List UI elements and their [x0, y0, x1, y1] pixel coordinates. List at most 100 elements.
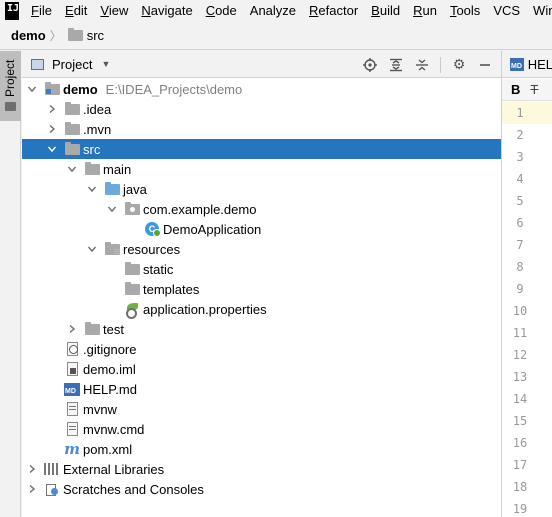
tree-node[interactable]: demo E:\IDEA_Projects\demo — [22, 79, 501, 99]
script-file-icon — [64, 422, 80, 436]
tree-node-label: mvnw.cmd — [83, 421, 145, 437]
tree-node[interactable]: mvnw — [22, 399, 501, 419]
chevron-down-icon[interactable] — [86, 179, 98, 199]
tree-node[interactable]: MD HELP.md — [22, 379, 501, 399]
tree-node-label: templates — [143, 281, 200, 297]
resources-folder-icon — [104, 241, 120, 256]
chevron-down-icon[interactable] — [66, 159, 78, 179]
breadcrumb-root[interactable]: demo — [11, 28, 46, 43]
tree-node[interactable]: Scratches and Consoles — [22, 479, 501, 499]
folder-icon — [64, 141, 80, 156]
line-number: 9 — [516, 282, 524, 296]
tree-node-label: java — [123, 181, 147, 197]
tree-node[interactable]: C DemoApplication — [22, 219, 501, 239]
locate-file-icon[interactable] — [362, 57, 378, 73]
chevron-right-icon[interactable] — [46, 119, 58, 139]
tree-node-label: application.properties — [143, 301, 267, 317]
folder-icon — [67, 28, 83, 41]
project-view-icon — [31, 58, 44, 70]
menu-mnemonic: E — [65, 3, 74, 18]
folder-icon — [84, 321, 100, 336]
tree-node[interactable]: resources — [22, 239, 501, 259]
menu-mnemonic: C — [205, 3, 216, 18]
properties-file-icon — [124, 302, 140, 319]
line-number: 14 — [512, 392, 528, 406]
menu-item[interactable]: Navigate — [135, 0, 199, 22]
editor-tab-label: HEL — [527, 56, 552, 72]
project-panel: Project ▼ ⚙ demo E:\IDEA_Projects\demo .id… — [22, 51, 501, 517]
breadcrumb-current[interactable]: src — [87, 28, 104, 43]
tree-node[interactable]: com.example.demo — [22, 199, 501, 219]
collapse-all-icon[interactable] — [414, 57, 430, 73]
chevron-down-icon[interactable]: ▼ — [101, 59, 110, 69]
folder-icon — [64, 121, 80, 136]
folder-icon — [64, 101, 80, 116]
menu-item[interactable]: Wind — [527, 0, 552, 22]
bold-button[interactable]: B — [511, 82, 520, 97]
chevron-right-icon[interactable] — [26, 479, 38, 499]
tree-node[interactable]: main — [22, 159, 501, 179]
menu-item[interactable]: Code — [200, 0, 244, 22]
intellij-logo-icon: IJ — [5, 2, 20, 20]
tree-node[interactable]: src — [22, 139, 501, 159]
menu-item[interactable]: Build — [365, 0, 407, 22]
line-number: 8 — [516, 260, 524, 274]
project-tool-window-tab[interactable]: Project — [0, 51, 21, 121]
chevron-down-icon[interactable] — [106, 199, 118, 219]
tree-node-label: mvnw — [83, 401, 117, 417]
tree-node-label: External Libraries — [63, 461, 165, 477]
menu-label: iew — [108, 3, 129, 18]
expand-all-icon[interactable] — [388, 57, 404, 73]
line-number: 11 — [512, 326, 528, 340]
menu-mnemonic: N — [141, 3, 151, 18]
chevron-right-icon[interactable] — [26, 459, 38, 479]
chevron-right-icon[interactable] — [66, 319, 78, 339]
menu-label: avigate — [150, 3, 193, 18]
menu-item[interactable]: View — [94, 0, 135, 22]
chevron-down-icon[interactable] — [86, 239, 98, 259]
tree-node[interactable]: m pom.xml — [22, 439, 501, 459]
menu-mnemonic: R — [309, 3, 319, 18]
menu-item[interactable]: VCS — [487, 0, 527, 22]
tree-node[interactable]: .gitignore — [22, 339, 501, 359]
tree-node-label: .mvn — [83, 121, 112, 137]
project-path: E:\IDEA_Projects\demo — [105, 81, 243, 97]
line-number: 1 — [502, 102, 538, 124]
chevron-down-icon[interactable] — [46, 139, 58, 159]
gear-icon[interactable]: ⚙ — [451, 56, 467, 73]
editor-tab-help-md[interactable]: MD HEL — [502, 51, 552, 78]
tree-node[interactable]: java — [22, 179, 501, 199]
menu-item[interactable]: Tools — [444, 0, 487, 22]
chevron-down-icon[interactable] — [26, 79, 38, 99]
tree-node[interactable]: test — [22, 319, 501, 339]
tree-node-label: static — [143, 261, 174, 277]
tree-node-label: src — [83, 141, 101, 157]
current-line-highlight — [538, 102, 552, 124]
tree-node[interactable]: External Libraries — [22, 459, 501, 479]
tree-node[interactable]: application.properties — [22, 299, 501, 319]
tree-node-label: HELP.md — [83, 381, 137, 397]
chevron-right-icon[interactable] — [46, 99, 58, 119]
project-view-selector[interactable]: Project — [52, 57, 92, 72]
tree-node-label: Scratches and Consoles — [63, 481, 204, 497]
tree-node[interactable]: demo.iml — [22, 359, 501, 379]
tree-node-label: DemoApplication — [163, 221, 262, 237]
menu-item[interactable]: Analyze — [244, 0, 303, 22]
menu-item[interactable]: Edit — [59, 0, 94, 22]
tree-node[interactable]: .idea — [22, 99, 501, 119]
menu-label: ile — [39, 3, 53, 18]
tree-node[interactable]: .mvn — [22, 119, 501, 139]
tree-node[interactable]: mvnw.cmd — [22, 419, 501, 439]
breadcrumb-separator: 〉 — [49, 29, 62, 43]
menu-item[interactable]: File — [25, 0, 59, 22]
hide-panel-icon[interactable] — [477, 57, 493, 73]
tree-node[interactable]: static — [22, 259, 501, 279]
tree-node[interactable]: templates — [22, 279, 501, 299]
tool-window-stripe: Project — [0, 51, 21, 517]
menu-item[interactable]: Refactor — [303, 0, 365, 22]
menu-item[interactable]: Run — [407, 0, 444, 22]
strikethrough-button[interactable]: Ŧ — [530, 82, 538, 97]
source-folder-icon — [104, 181, 120, 196]
